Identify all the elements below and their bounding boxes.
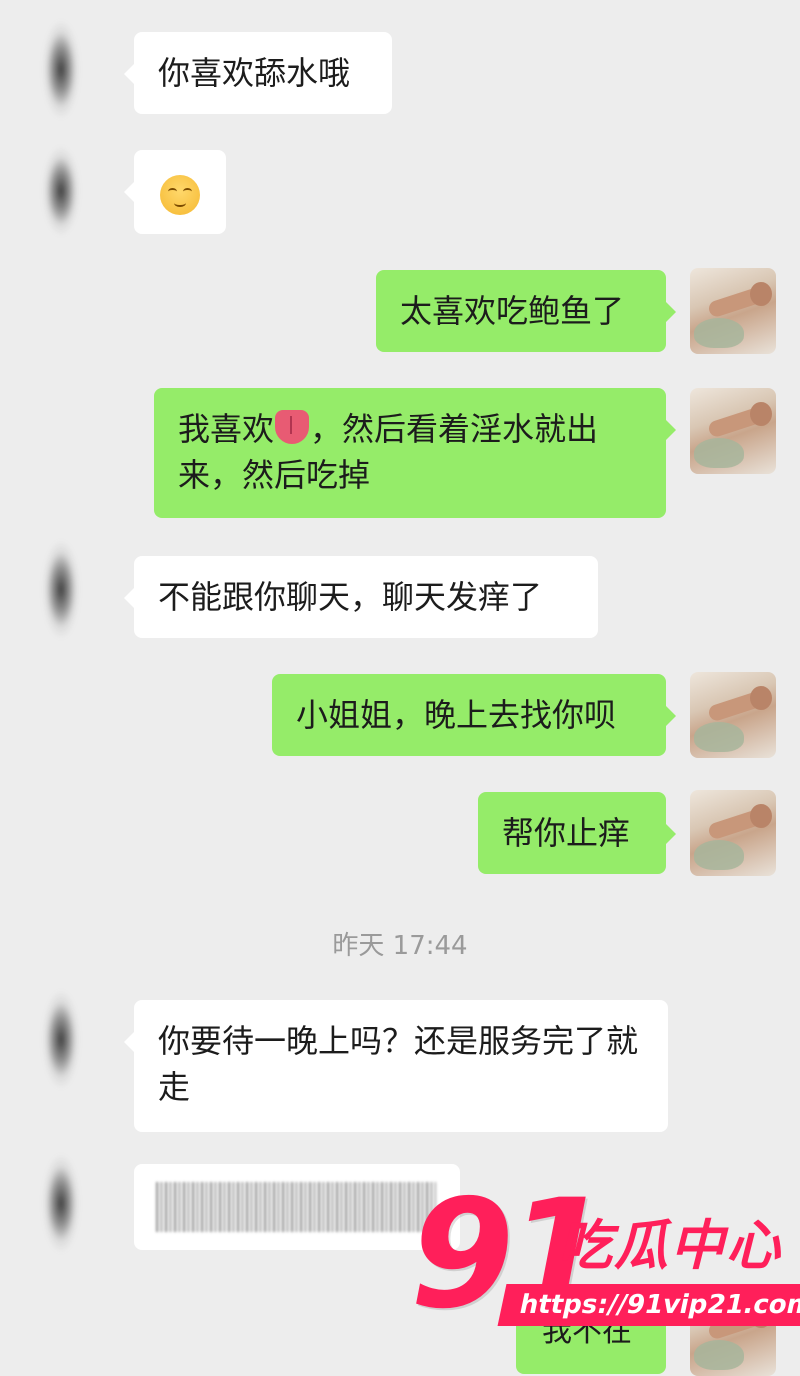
message-text: 不能跟你聊天，聊天发痒了 — [158, 578, 543, 616]
watermark-name: 吃瓜中心 — [558, 1214, 782, 1277]
message-bubble-incoming[interactable] — [124, 150, 226, 234]
message-bubble-incoming[interactable]: 不能跟你聊天，聊天发痒了 — [124, 556, 598, 638]
contact-avatar[interactable] — [30, 990, 92, 1100]
timestamp: 昨天 17:44 — [332, 931, 468, 961]
message-bubble-outgoing[interactable]: 小姐姐，晚上去找你呗 — [272, 674, 676, 756]
contact-avatar[interactable] — [30, 20, 92, 130]
message-text: 小姐姐，晚上去找你呗 — [296, 696, 617, 734]
message-text: 我喜欢 — [178, 410, 275, 448]
contact-avatar[interactable] — [30, 1154, 92, 1264]
message-text: 太喜欢吃鲍鱼了 — [400, 292, 625, 330]
user-avatar[interactable] — [690, 388, 776, 474]
contact-avatar[interactable] — [30, 540, 92, 650]
smiling-face-emoji — [160, 175, 200, 215]
user-avatar[interactable] — [690, 790, 776, 876]
message-text: 你要待一晚上吗？还是服务完了就走 — [158, 1022, 639, 1106]
message-bubble-outgoing[interactable]: 太喜欢吃鲍鱼了 — [376, 270, 676, 352]
message-bubble-incoming[interactable]: 你喜欢舔水哦 — [124, 32, 392, 114]
message-bubble-outgoing[interactable]: 帮你止痒 — [478, 792, 676, 874]
watermark-url: https://91vip21.com — [497, 1284, 800, 1326]
watermark-logo: 91 吃瓜中心 https://91vip21.com — [410, 1180, 800, 1356]
message-bubble-incoming[interactable]: 你要待一晚上吗？还是服务完了就走 — [124, 1000, 668, 1132]
message-text: 你喜欢舔水哦 — [158, 54, 351, 92]
message-bubble-outgoing[interactable]: 我喜欢 ，然后看着淫水就出来，然后吃掉 — [154, 388, 676, 518]
message-text: 帮你止痒 — [502, 814, 631, 852]
contact-avatar[interactable] — [30, 146, 92, 246]
user-avatar[interactable] — [690, 672, 776, 758]
user-avatar[interactable] — [690, 268, 776, 354]
tongue-emoji — [275, 410, 310, 444]
